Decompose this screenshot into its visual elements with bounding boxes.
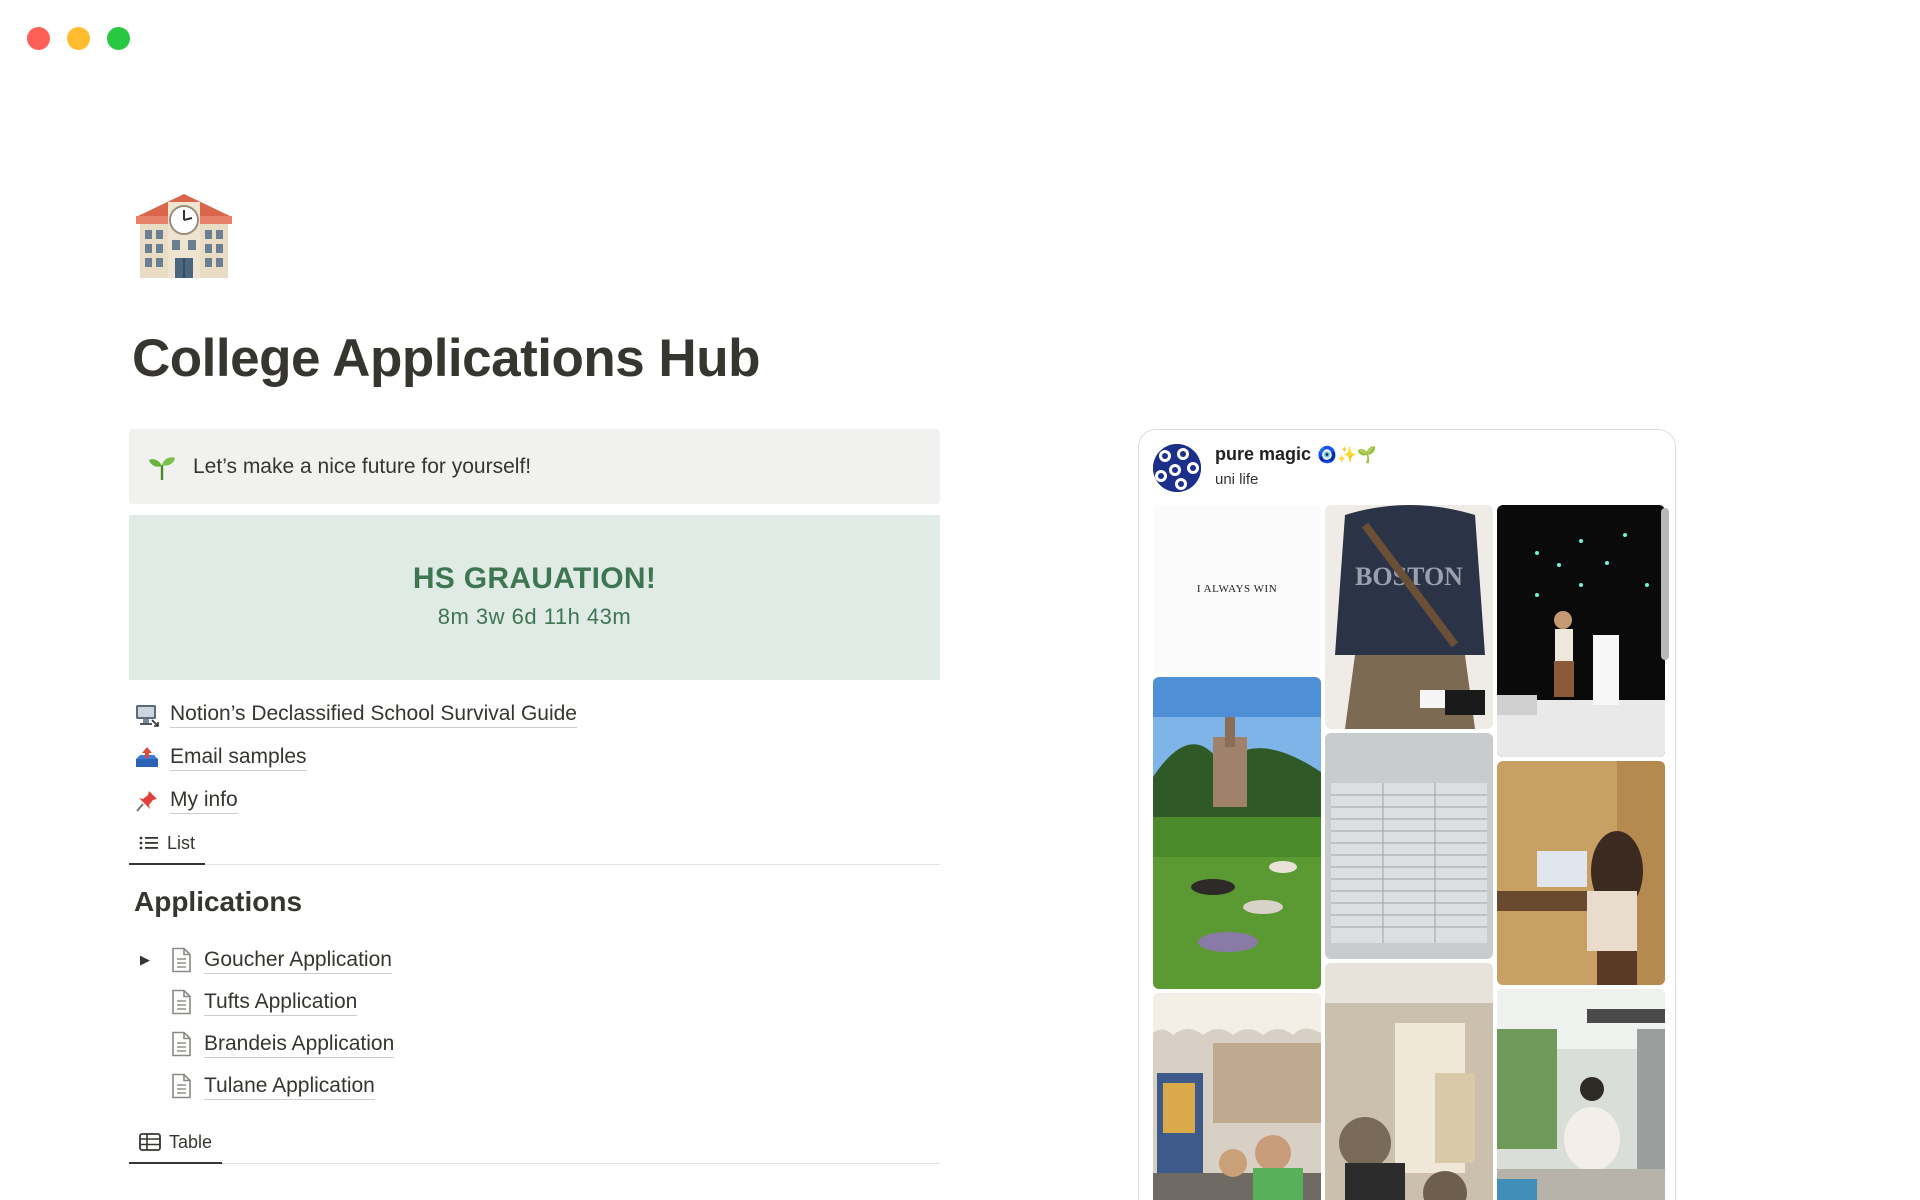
pin-grades-sheet[interactable]: [1325, 733, 1493, 959]
pinterest-board-embed[interactable]: pure magic 🧿✨🌱 uni life I ALWAYS WIN BOS…: [1138, 429, 1676, 1200]
tab-list-label: List: [167, 832, 196, 853]
list-item-label[interactable]: Goucher Application: [204, 947, 392, 974]
pin-dorm-room[interactable]: [1325, 963, 1493, 1200]
window-controls: [27, 27, 130, 50]
pin-boston-hoodie[interactable]: BOSTON: [1325, 505, 1493, 729]
close-window-button[interactable]: [27, 27, 50, 50]
page-title[interactable]: College Applications Hub: [132, 328, 760, 389]
countdown-heading: HS GRAUATION!: [412, 562, 657, 595]
pin-quote-text: I ALWAYS WIN: [1196, 583, 1278, 595]
list-item[interactable]: Tulane Application: [140, 1065, 394, 1107]
list-item[interactable]: ▶ Goucher Application: [140, 939, 394, 981]
avatar[interactable]: [1153, 444, 1201, 492]
pin-study-laptop[interactable]: [1497, 761, 1665, 985]
zoom-window-button[interactable]: [107, 27, 130, 50]
page-icon: [170, 1073, 192, 1099]
pushpin-icon: [134, 788, 160, 814]
page-icon: [170, 947, 192, 973]
pin-balcony-meditation[interactable]: [1497, 989, 1665, 1200]
link-label[interactable]: Email samples: [170, 744, 307, 771]
expand-toggle-icon[interactable]: ▶: [140, 952, 160, 968]
pin-quote[interactable]: I ALWAYS WIN: [1153, 505, 1321, 673]
list-item-label[interactable]: Brandeis Application: [204, 1031, 395, 1058]
page-icon: [170, 989, 192, 1015]
tab-table-label: Table: [169, 1131, 213, 1152]
school-building-icon[interactable]: [130, 188, 238, 280]
board-name[interactable]: pure magic: [1215, 444, 1311, 465]
pin-street-market[interactable]: [1153, 993, 1321, 1200]
table-view-tabbar: Table: [129, 1122, 940, 1164]
pin-grid: I ALWAYS WIN BOSTON: [1153, 505, 1665, 1200]
page-icon: [170, 1031, 192, 1057]
board-subtitle: uni life: [1215, 471, 1259, 488]
minimize-window-button[interactable]: [67, 27, 90, 50]
page-links: Notion’s Declassified School Survival Gu…: [134, 693, 577, 822]
list-item[interactable]: Brandeis Application: [140, 1023, 395, 1065]
callout: Let’s make a nice future for yourself!: [129, 429, 940, 504]
seedling-icon: [147, 452, 177, 482]
callout-text: Let’s make a nice future for yourself!: [193, 454, 532, 478]
list-icon: [139, 836, 158, 850]
list-view-tabbar: List: [129, 823, 940, 865]
pin-campus-lawn[interactable]: [1153, 677, 1321, 989]
applications-title[interactable]: Applications: [134, 886, 302, 918]
pin-speaker-stage[interactable]: [1497, 505, 1665, 757]
tab-table[interactable]: Table: [129, 1122, 223, 1164]
link-label[interactable]: My info: [170, 787, 238, 814]
link-email-samples[interactable]: Email samples: [134, 736, 577, 779]
table-icon: [139, 1133, 161, 1151]
countdown-widget: HS GRAUATION! 8m 3w 6d 11h 43m: [129, 515, 940, 680]
desktop-computer-icon: [134, 702, 160, 728]
list-item[interactable]: Tufts Application: [140, 981, 394, 1023]
link-label[interactable]: Notion’s Declassified School Survival Gu…: [170, 701, 577, 728]
list-item-label[interactable]: Tulane Application: [204, 1073, 375, 1100]
board-header: pure magic 🧿✨🌱 uni life: [1153, 444, 1377, 492]
countdown-value: 8m 3w 6d 11h 43m: [437, 604, 632, 629]
embed-scrollbar[interactable]: [1661, 508, 1669, 660]
board-emoji: 🧿✨🌱: [1317, 446, 1377, 464]
link-my-info[interactable]: My info: [134, 779, 577, 822]
link-survival-guide[interactable]: Notion’s Declassified School Survival Gu…: [134, 693, 577, 736]
applications-list: ▶ Goucher Application Tufts Application …: [140, 939, 395, 1107]
list-item-label[interactable]: Tufts Application: [204, 989, 358, 1016]
tab-list[interactable]: List: [129, 823, 206, 865]
outbox-tray-icon: [134, 745, 160, 771]
